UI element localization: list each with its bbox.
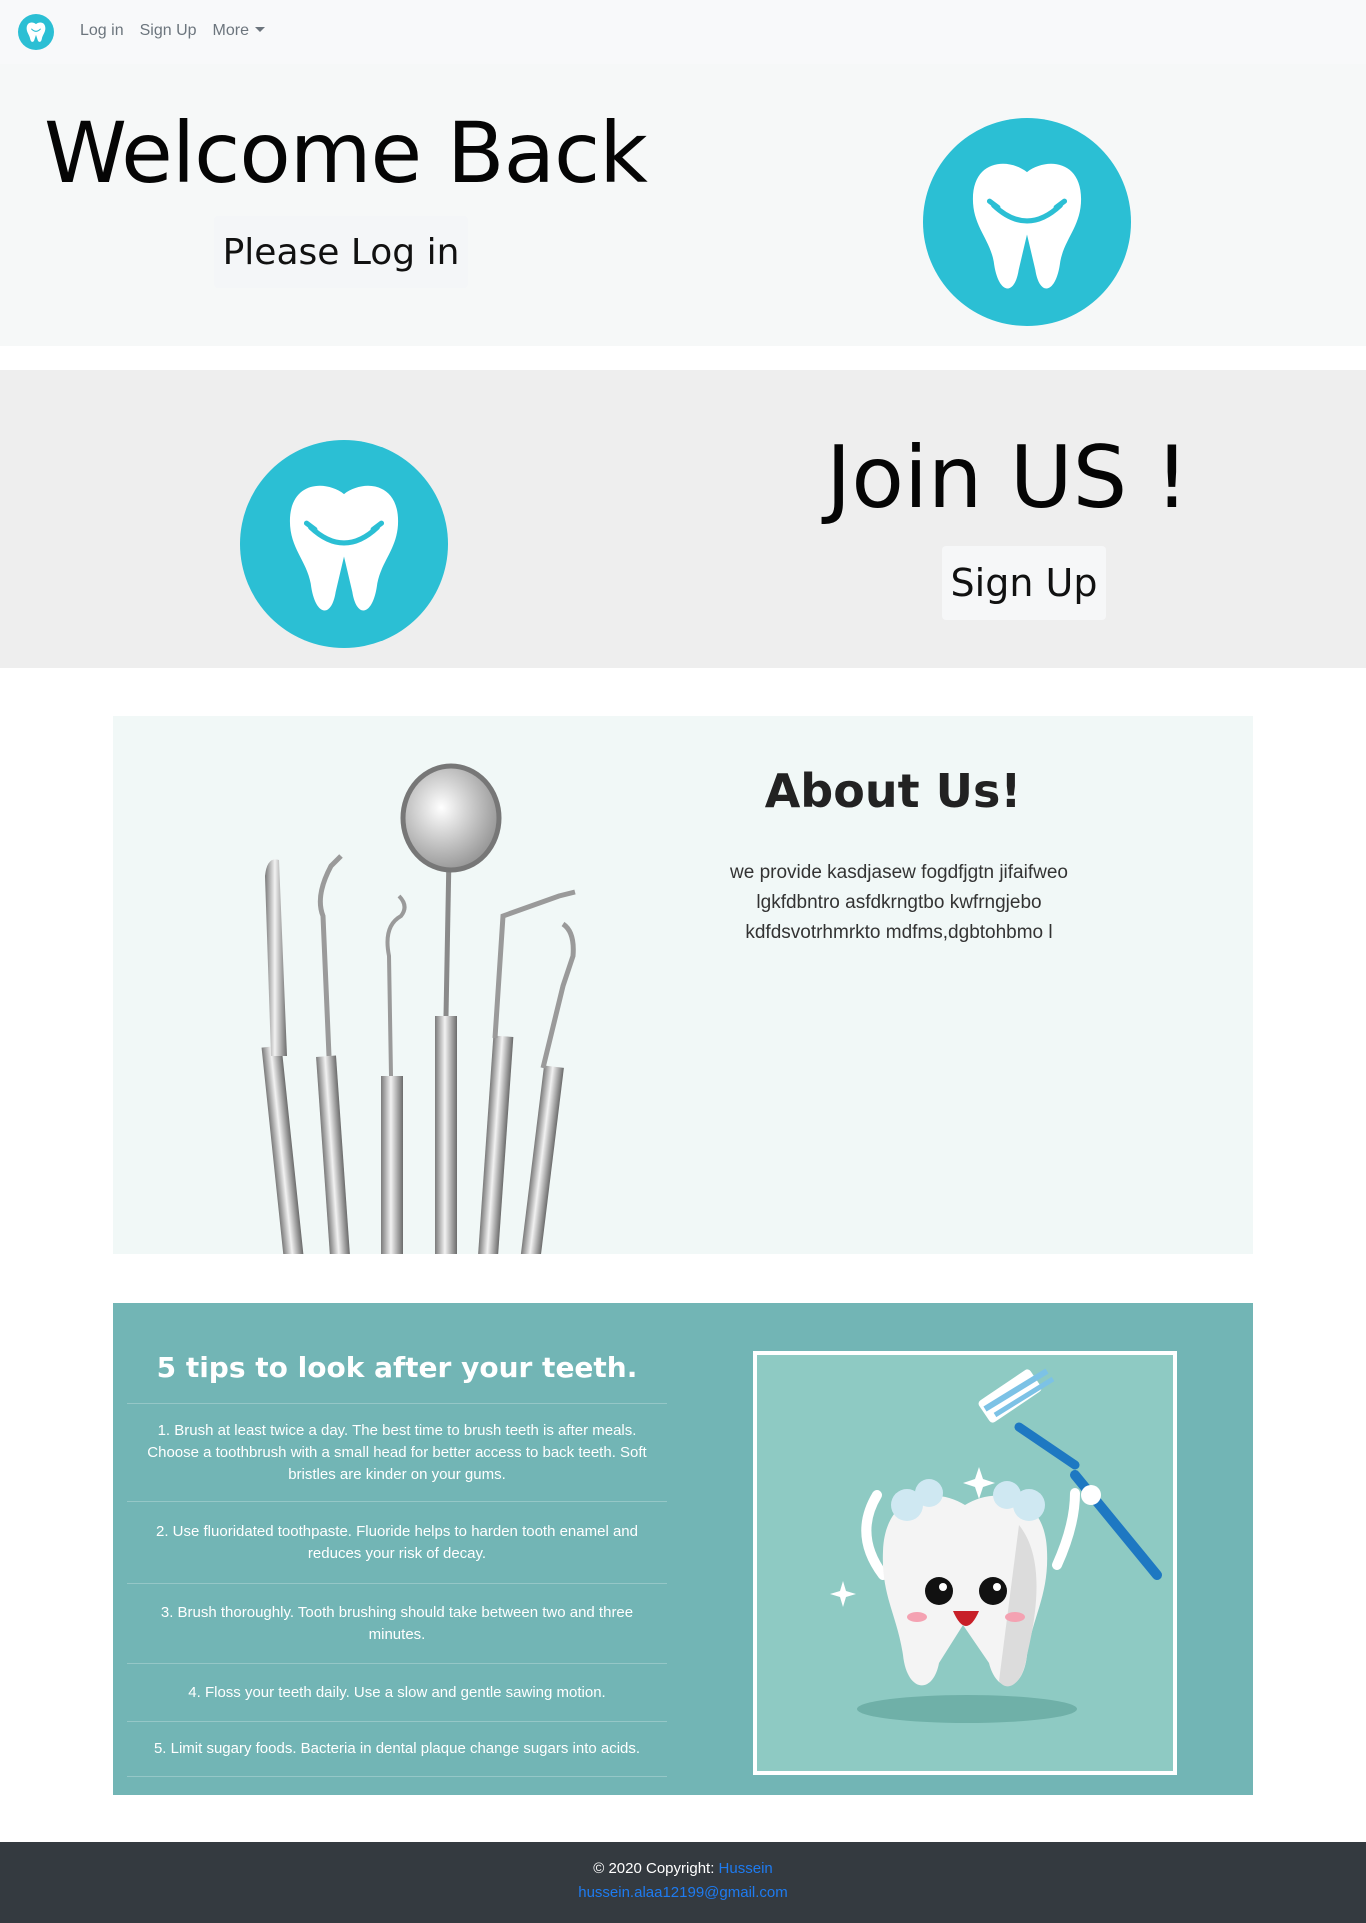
tooth-icon[interactable] xyxy=(18,14,54,50)
list-item: 2. Use fluoridated toothpaste. Fluoride … xyxy=(127,1501,667,1583)
login-button[interactable]: Please Log in xyxy=(214,216,468,288)
join-title: Join US ! xyxy=(826,428,1190,528)
footer: © 2020 Copyright: Hussein hussein.alaa12… xyxy=(0,1842,1366,1923)
about-section: About Us! we provide kasdjasew fogdfjgtn… xyxy=(113,716,1253,1254)
nav-signup-link[interactable]: Sign Up xyxy=(140,22,197,40)
list-item: 4. Floss your teeth daily. Use a slow an… xyxy=(127,1663,667,1721)
list-item: 1. Brush at least twice a day. The best … xyxy=(127,1403,667,1501)
list-item: 5. Limit sugary foods. Bacteria in denta… xyxy=(127,1721,667,1777)
author-link[interactable]: Hussein xyxy=(719,1860,773,1877)
email-link[interactable]: hussein.alaa12199@gmail.com xyxy=(578,1884,788,1901)
tooth-logo-icon xyxy=(923,118,1131,326)
top-navbar: Log in Sign Up More xyxy=(0,0,1366,64)
about-text: we provide kasdjasew fogdfjgtn jifaifweo… xyxy=(730,862,1068,943)
footer-email: hussein.alaa12199@gmail.com xyxy=(0,1884,1366,1901)
copyright-text: © 2020 Copyright: xyxy=(593,1860,719,1877)
footer-copyright: © 2020 Copyright: Hussein xyxy=(0,1860,1366,1877)
chevron-down-icon xyxy=(254,27,265,32)
happy-tooth-illustration xyxy=(830,1368,1162,1723)
tooth-illustration-frame xyxy=(753,1351,1177,1775)
tips-title: 5 tips to look after your teeth. xyxy=(156,1351,638,1384)
dental-tools-image xyxy=(261,763,576,1254)
tips-section: 5 tips to look after your teeth. 1. Brus… xyxy=(113,1303,1253,1795)
nav-more-dropdown[interactable]: More xyxy=(213,22,265,40)
nav-links: Log in Sign Up More xyxy=(80,22,265,40)
about-title: About Us! xyxy=(764,764,1022,818)
join-section: Join US ! Sign Up xyxy=(0,370,1366,668)
tooth-logo-icon xyxy=(240,440,448,648)
nav-login-link[interactable]: Log in xyxy=(80,22,124,40)
welcome-title: Welcome Back xyxy=(44,104,648,202)
list-item: 3. Brush thoroughly. Tooth brushing shou… xyxy=(127,1583,667,1663)
tips-list: 1. Brush at least twice a day. The best … xyxy=(127,1403,667,1777)
nav-more-label: More xyxy=(212,22,249,39)
signup-button[interactable]: Sign Up xyxy=(942,546,1106,620)
welcome-section: Welcome Back Please Log in xyxy=(0,64,1366,346)
